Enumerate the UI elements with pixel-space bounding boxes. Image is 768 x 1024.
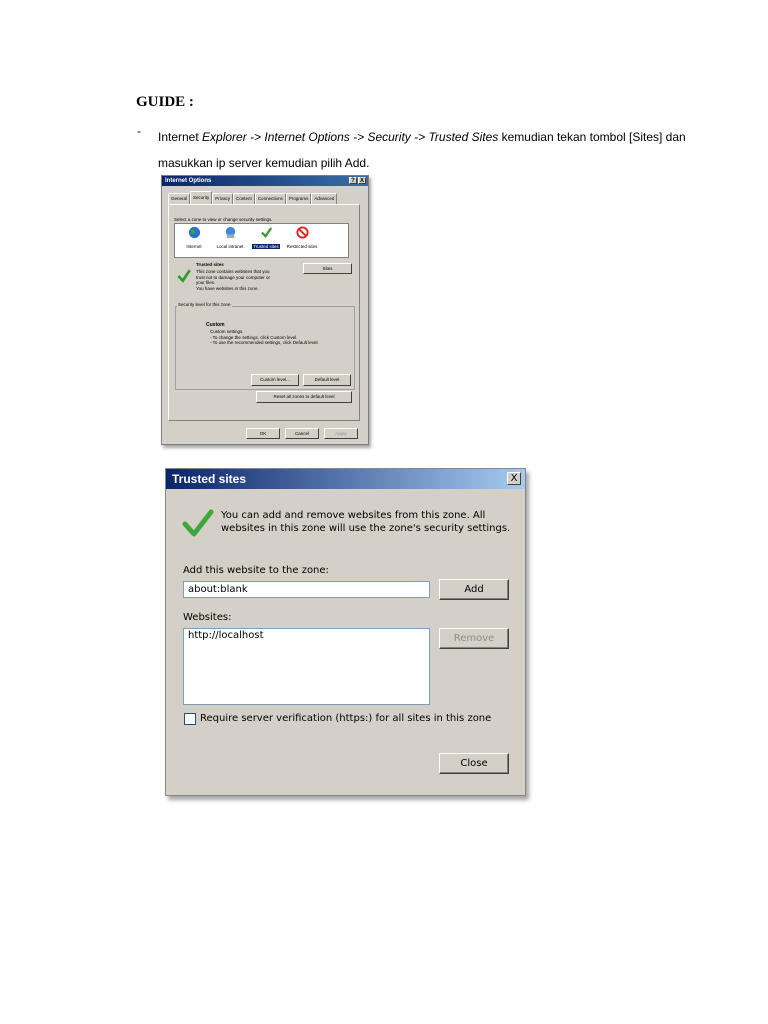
checkmark-icon	[260, 227, 272, 238]
io-title: Internet Options	[165, 178, 212, 184]
zone-local-intranet[interactable]: Local intranet	[213, 226, 247, 249]
no-entry-icon	[295, 226, 309, 239]
custom-line-3: - To use the recommended settings, click…	[210, 340, 319, 345]
ts-close-icon[interactable]: X	[507, 472, 521, 485]
bullet-dash: -	[137, 124, 141, 138]
intranet-icon	[225, 226, 235, 239]
ts-title-bar: Trusted sites	[166, 469, 525, 489]
add-button[interactable]: Add	[439, 579, 509, 600]
reset-all-zones-button[interactable]: Reset all zones to default level	[256, 391, 352, 403]
remove-button[interactable]: Remove	[439, 628, 509, 649]
custom-level-button[interactable]: Custom level...	[251, 374, 299, 386]
io-tab-strip: General Security Privacy Content Connect…	[168, 191, 338, 204]
para-path-italic: Explorer -> Internet Options -> Security…	[202, 130, 499, 144]
tab-privacy[interactable]: Privacy	[212, 193, 234, 204]
add-website-input[interactable]: about:blank	[183, 581, 430, 598]
add-website-label: Add this website to the zone:	[183, 565, 329, 576]
tab-advanced[interactable]: Advanced	[311, 193, 338, 204]
para-text-1: Internet	[158, 130, 203, 144]
trusted-sites-dialog: Trusted sites X You can add and remove w…	[165, 468, 526, 796]
io-help-button[interactable]: ?	[349, 177, 357, 184]
io-close-button[interactable]: X	[358, 177, 366, 184]
websites-list[interactable]: http://localhost	[183, 628, 430, 705]
tab-connections[interactable]: Connections	[254, 193, 286, 204]
internet-options-dialog: Internet Options ? X General Security Pr…	[161, 175, 369, 445]
sites-button[interactable]: Sites	[303, 263, 352, 274]
tab-content[interactable]: Content	[233, 193, 255, 204]
zone-list: Internet Local intranet Trusted sites Re…	[174, 223, 349, 258]
trusted-check-icon	[177, 269, 191, 283]
checkmark-icon	[182, 509, 214, 537]
zone-label: Trusted sites	[252, 244, 280, 249]
zone-trusted-sites[interactable]: Trusted sites	[249, 226, 283, 249]
custom-heading: Custom	[206, 322, 225, 328]
zone-restricted-sites[interactable]: Restricted sites	[285, 226, 319, 249]
tab-programs[interactable]: Programs	[285, 193, 312, 204]
security-level-label: Security level for this zone	[177, 302, 232, 308]
guide-title: GUIDE :	[136, 94, 194, 110]
zone-heading: Trusted sites	[196, 262, 224, 267]
globe-icon	[188, 226, 200, 239]
zone-label: Local intranet	[216, 244, 244, 249]
close-button[interactable]: Close	[439, 753, 509, 774]
zone-internet[interactable]: Internet	[177, 226, 211, 249]
tab-security[interactable]: Security	[190, 191, 213, 204]
tab-general[interactable]: General	[168, 193, 191, 204]
apply-button[interactable]: Apply	[324, 428, 358, 439]
zone-desc-4: You have websites in this zone.	[196, 285, 259, 291]
websites-label: Websites:	[183, 612, 232, 623]
default-level-button[interactable]: Default level	[303, 374, 351, 386]
cancel-button[interactable]: Cancel	[285, 428, 319, 439]
zone-label: Internet	[186, 244, 202, 249]
ts-title: Trusted sites	[172, 472, 247, 486]
require-https-checkbox[interactable]	[184, 713, 196, 725]
zone-prompt: Select a zone to view or change security…	[174, 217, 273, 222]
zone-label: Restricted sites	[286, 244, 318, 249]
ok-button[interactable]: OK	[246, 428, 280, 439]
guide-paragraph: Internet Explorer -> Internet Options ->…	[158, 124, 718, 176]
require-https-label: Require server verification (https:) for…	[200, 713, 492, 724]
io-title-bar: Internet Options ? X	[162, 176, 368, 186]
list-item[interactable]: http://localhost	[188, 630, 425, 641]
ts-description: You can add and remove websites from thi…	[221, 510, 511, 534]
